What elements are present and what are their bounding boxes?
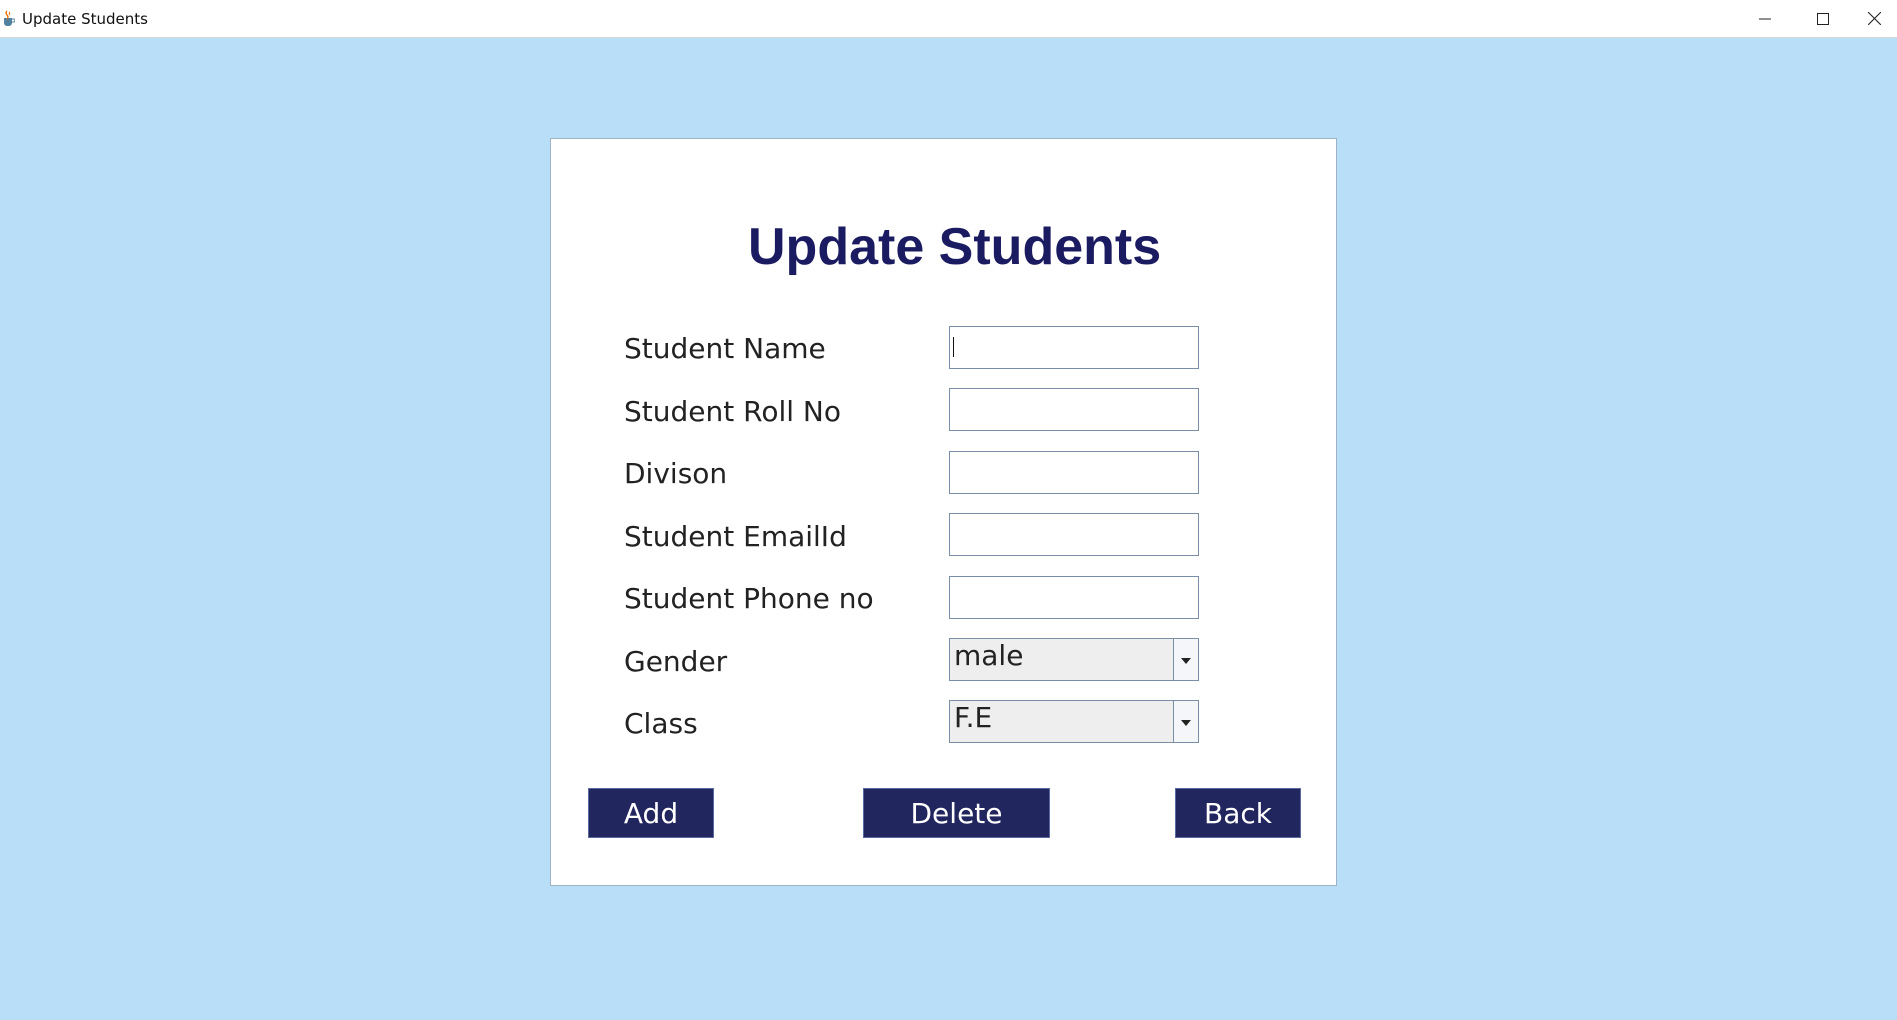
minimize-button[interactable] [1736, 0, 1794, 37]
student-email-input[interactable] [949, 513, 1199, 556]
class-select[interactable]: F.E [949, 700, 1199, 743]
page-title: Update Students [748, 218, 1162, 276]
student-roll-no-label: Student Roll No [624, 395, 841, 428]
student-phone-label: Student Phone no [624, 582, 874, 615]
class-selected-value: F.E [954, 701, 993, 734]
close-icon [1868, 12, 1881, 25]
student-email-label: Student EmailId [624, 520, 847, 553]
add-button[interactable]: Add [588, 788, 714, 838]
gender-selected-value: male [954, 639, 1024, 672]
maximize-icon [1817, 12, 1829, 25]
title-bar: Update Students [0, 0, 1897, 38]
gender-dropdown-button[interactable] [1173, 639, 1198, 680]
class-dropdown-button[interactable] [1173, 701, 1198, 742]
student-phone-input[interactable] [949, 576, 1199, 619]
delete-button[interactable]: Delete [863, 788, 1050, 838]
gender-label: Gender [624, 645, 728, 678]
division-input[interactable] [949, 451, 1199, 494]
gender-select[interactable]: male [949, 638, 1199, 681]
window-title: Update Students [22, 10, 148, 28]
chevron-down-icon [1181, 651, 1191, 669]
minimize-icon [1759, 13, 1771, 25]
java-cup-icon [1, 9, 16, 27]
close-button[interactable] [1852, 0, 1897, 37]
chevron-down-icon [1181, 713, 1191, 731]
back-button[interactable]: Back [1175, 788, 1301, 838]
class-label: Class [624, 707, 698, 740]
division-label: Divison [624, 457, 728, 490]
text-caret [953, 337, 954, 357]
maximize-button[interactable] [1794, 0, 1852, 37]
update-students-panel: Update Students Student Name Student Rol… [550, 138, 1337, 886]
student-name-label: Student Name [624, 332, 826, 365]
student-name-input[interactable] [949, 326, 1199, 369]
student-roll-no-input[interactable] [949, 388, 1199, 431]
